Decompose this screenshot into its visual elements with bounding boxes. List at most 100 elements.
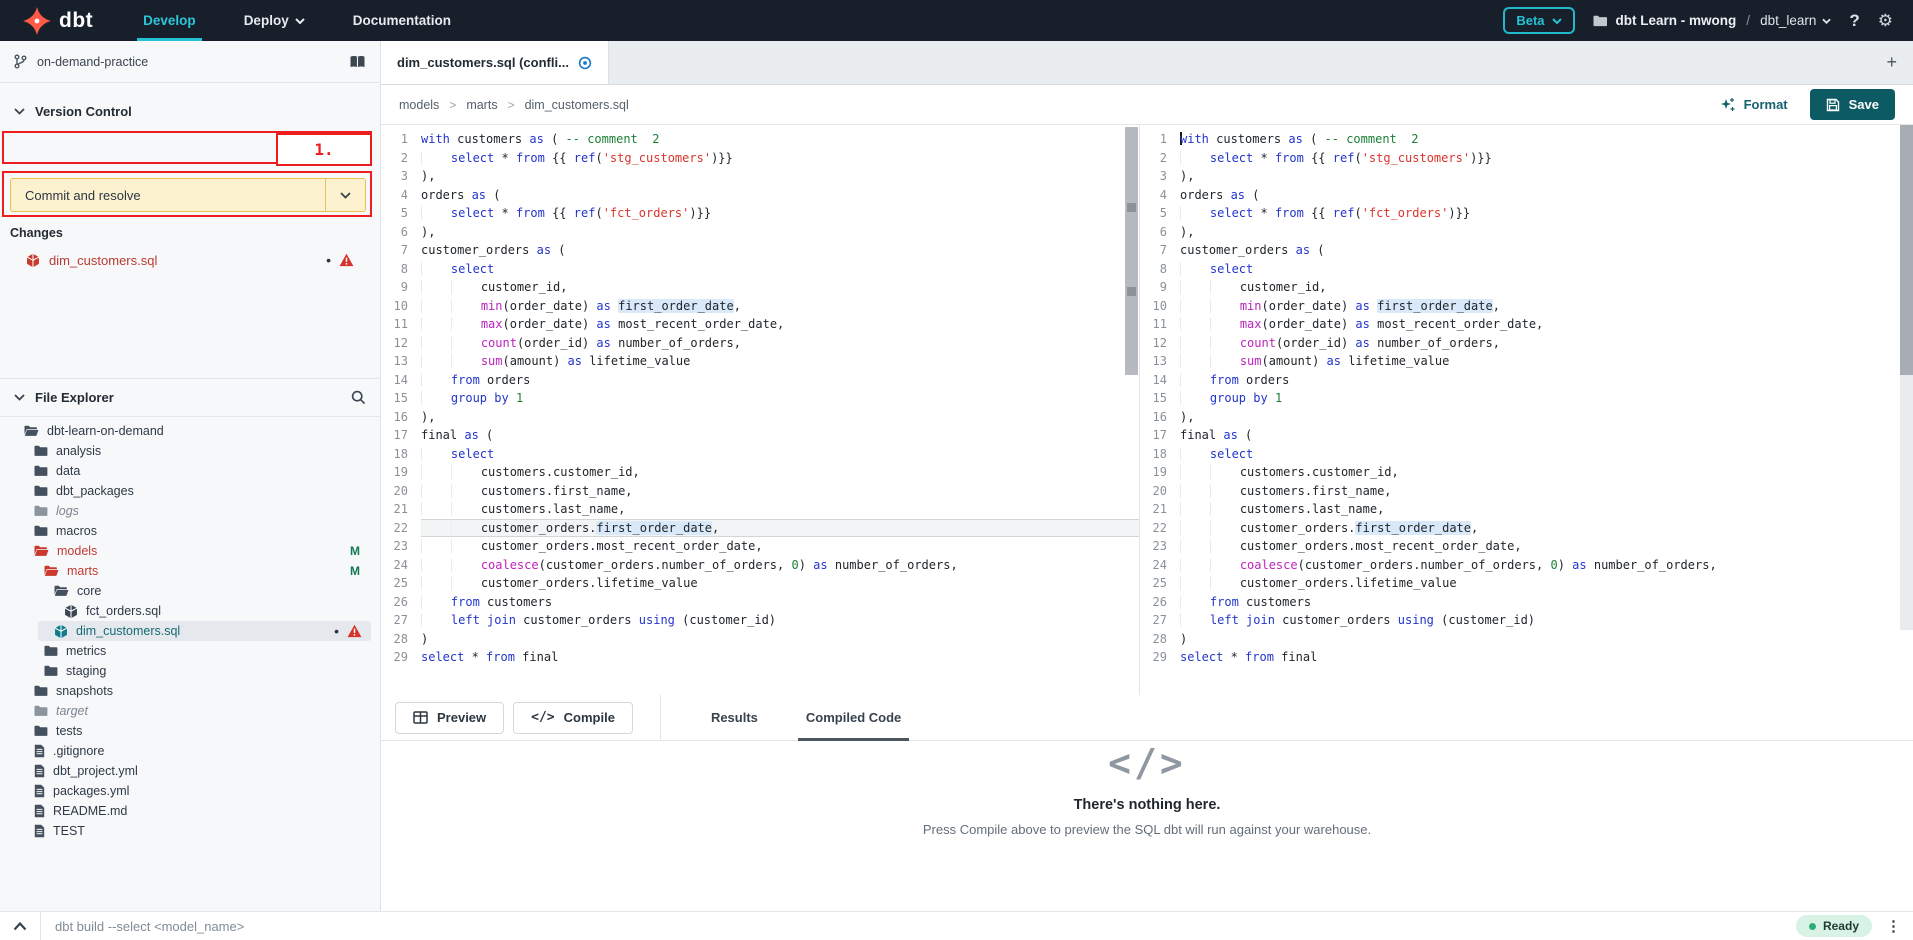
environment-selector[interactable]: dbt_learn: [1760, 13, 1831, 28]
chevron-down-icon: [1822, 18, 1831, 24]
git-branch-icon: [14, 54, 27, 69]
file-tree-item[interactable]: README.md: [0, 801, 380, 821]
search-icon[interactable]: [351, 390, 366, 405]
changed-file-row[interactable]: dim_customers.sql •: [0, 248, 372, 272]
editor-pane-right[interactable]: 1with customers as ( -- comment 22 selec…: [1139, 125, 1913, 695]
editor-tab-dim-customers[interactable]: dim_customers.sql (confli...: [381, 41, 609, 84]
file-tree-item[interactable]: tests: [0, 721, 380, 741]
line-number: 5: [1140, 204, 1180, 223]
file-tree-item[interactable]: dim_customers.sql•: [0, 621, 380, 641]
commit-and-resolve-button[interactable]: Commit and resolve: [10, 178, 366, 212]
file-tree-item[interactable]: staging: [0, 661, 380, 681]
results-tab-results[interactable]: Results: [711, 695, 758, 741]
save-button[interactable]: Save: [1810, 89, 1895, 120]
file-tree-item[interactable]: .gitignore: [0, 741, 380, 761]
docs-book-icon[interactable]: [349, 55, 366, 69]
file-tree-item[interactable]: logs: [0, 501, 380, 521]
line-number: 22: [1140, 519, 1180, 538]
file-icon: [34, 824, 45, 838]
file-tree-item[interactable]: modelsM: [0, 541, 380, 561]
file-tree-item[interactable]: data: [0, 461, 380, 481]
line-number: 4: [1140, 186, 1180, 205]
sql-code[interactable]: 1with customers as ( -- comment 22 selec…: [1140, 125, 1913, 667]
command-status-bar: Ready ⋮: [0, 911, 1913, 940]
file-tree-label: .gitignore: [53, 744, 104, 758]
help-icon[interactable]: ?: [1849, 11, 1859, 31]
git-branch-row[interactable]: on-demand-practice: [0, 41, 380, 83]
line-number: 1: [1140, 130, 1180, 149]
add-tab-button[interactable]: +: [1870, 52, 1913, 73]
preview-button[interactable]: Preview: [395, 702, 504, 734]
dbt-logo-icon: [22, 6, 52, 36]
code-icon: </>: [531, 710, 554, 725]
settings-gear-icon[interactable]: ⚙: [1878, 11, 1893, 31]
file-tree-label: core: [77, 584, 101, 598]
dbt-logo[interactable]: dbt: [0, 6, 119, 36]
line-number: 13: [1140, 352, 1180, 371]
model-cube-icon: [26, 253, 40, 268]
breadcrumb-item[interactable]: dim_customers.sql: [525, 98, 629, 112]
file-tree-item[interactable]: macros: [0, 521, 380, 541]
file-tree-item[interactable]: martsM: [0, 561, 380, 581]
chevron-down-icon: [340, 192, 351, 199]
file-tree-item[interactable]: metrics: [0, 641, 380, 661]
beta-toggle[interactable]: Beta: [1503, 7, 1574, 34]
breadcrumb-item[interactable]: marts: [466, 98, 497, 112]
line-number: 14: [381, 371, 421, 390]
file-tree-item[interactable]: TEST: [0, 821, 380, 841]
file-tree-item[interactable]: dbt_packages: [0, 481, 380, 501]
file-tree: dbt-learn-on-demand analysis data dbt_pa…: [0, 421, 380, 841]
line-number: 6: [1140, 223, 1180, 242]
file-tree-item[interactable]: fct_orders.sql: [0, 601, 380, 621]
compile-button[interactable]: </> Compile: [513, 702, 633, 734]
line-number: 3: [381, 167, 421, 186]
sparkles-icon: [1720, 97, 1736, 113]
scrollbar-thumb[interactable]: [1125, 127, 1138, 375]
file-tree-item[interactable]: dbt_project.yml: [0, 761, 380, 781]
sql-code[interactable]: 1with customers as ( -- comment 22 selec…: [381, 125, 1139, 667]
unsaved-dot-icon: •: [326, 253, 331, 267]
file-tree-label: dbt_project.yml: [53, 764, 138, 778]
file-icon: [34, 804, 45, 818]
file-tree-item[interactable]: core: [0, 581, 380, 601]
editor-scrollbar-right[interactable]: [1900, 125, 1913, 630]
results-tab-compiled-code[interactable]: Compiled Code: [806, 695, 901, 741]
split-editor: 1with customers as ( -- comment 22 selec…: [381, 125, 1913, 695]
expand-panel-chevron-up-icon[interactable]: [0, 922, 40, 931]
line-number: 20: [1140, 482, 1180, 501]
file-tree-item[interactable]: packages.yml: [0, 781, 380, 801]
kebab-menu-icon[interactable]: ⋮: [1886, 919, 1913, 934]
breadcrumb-item[interactable]: models: [399, 98, 439, 112]
command-input[interactable]: [41, 919, 1796, 934]
model-cube-icon: [64, 604, 78, 619]
commit-options-caret[interactable]: [325, 179, 365, 211]
ready-dot-icon: [1809, 923, 1816, 930]
file-tree-item[interactable]: snapshots: [0, 681, 380, 701]
version-control-header[interactable]: Version Control: [0, 90, 380, 132]
nav-tab-develop[interactable]: Develop: [119, 0, 220, 41]
line-number: 23: [381, 537, 421, 556]
nav-tab-deploy[interactable]: Deploy: [220, 0, 329, 41]
line-number: 16: [1140, 408, 1180, 427]
pane-scrollbar[interactable]: [1125, 127, 1138, 695]
folder-icon: [34, 725, 48, 737]
folder-open-icon: [44, 565, 59, 577]
project-name[interactable]: dbt Learn - mwong: [1616, 13, 1737, 28]
line-number: 9: [1140, 278, 1180, 297]
editor-pane-left[interactable]: 1with customers as ( -- comment 22 selec…: [381, 125, 1139, 695]
line-number: 8: [1140, 260, 1180, 279]
beta-label: Beta: [1516, 13, 1544, 28]
scrollbar-thumb[interactable]: [1900, 125, 1913, 375]
file-tree-item[interactable]: analysis: [0, 441, 380, 461]
folder-icon: [34, 505, 48, 517]
line-number: 2: [1140, 149, 1180, 168]
folder-icon: [34, 485, 48, 497]
format-button[interactable]: Format: [1720, 97, 1788, 113]
chevron-down-icon: [14, 108, 25, 115]
file-tree-item[interactable]: dbt-learn-on-demand: [0, 421, 380, 441]
file-explorer-header[interactable]: File Explorer: [0, 379, 380, 417]
folder-icon: [34, 705, 48, 717]
conflict-warning-icon: [339, 253, 354, 267]
file-tree-item[interactable]: target: [0, 701, 380, 721]
nav-tab-documentation[interactable]: Documentation: [329, 0, 475, 41]
